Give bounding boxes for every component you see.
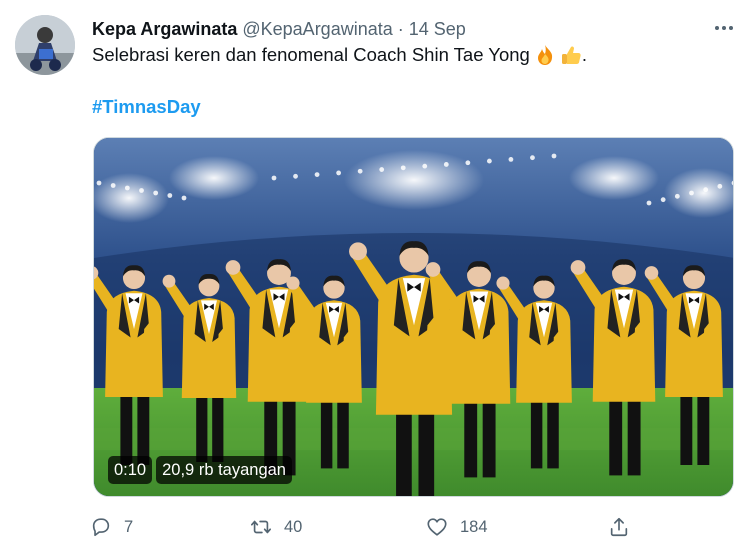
reply-button[interactable]: 7 (90, 512, 133, 542)
video-badges: 0:10 20,9 rb tayangan (108, 456, 292, 484)
retweet-icon (251, 520, 271, 534)
reply-icon (92, 518, 110, 537)
separator-dot: · (397, 18, 404, 39)
share-button[interactable] (608, 512, 642, 542)
avatar-image (15, 15, 75, 75)
retweet-count: 40 (284, 517, 303, 536)
like-count: 184 (460, 517, 488, 536)
fire-emoji (534, 44, 556, 66)
video-time-badge: 0:10 (108, 456, 153, 484)
tweet-header: Kepa Argawinata @KepaArgawinata · 14 Sep (92, 16, 466, 42)
tweet-actions: 7 40 184 (90, 512, 635, 542)
share-icon (610, 517, 628, 537)
author-handle[interactable]: @KepaArgawinata (242, 19, 392, 40)
video-frame (94, 138, 733, 496)
retweet-button[interactable]: 40 (250, 512, 302, 542)
heart-icon (427, 518, 447, 536)
video-views-badge: 20,9 rb tayangan (156, 456, 292, 484)
tweet-date[interactable]: 14 Sep (409, 19, 466, 40)
more-horizontal-icon[interactable] (710, 14, 738, 42)
author-display-name[interactable]: Kepa Argawinata (92, 19, 237, 40)
avatar[interactable] (15, 15, 75, 75)
tweet-text: Selebrasi keren dan fenomenal Coach Shin… (92, 44, 587, 66)
like-button[interactable]: 184 (426, 512, 488, 542)
tweet-body-text: Selebrasi keren dan fenomenal Coach Shin… (92, 44, 530, 65)
reply-count: 7 (124, 517, 134, 536)
tweet-text-suffix: . (581, 44, 587, 65)
video-player[interactable] (93, 137, 734, 497)
thumbs-up-emoji (560, 44, 582, 66)
hashtag-link[interactable]: #TimnasDay (92, 96, 201, 118)
